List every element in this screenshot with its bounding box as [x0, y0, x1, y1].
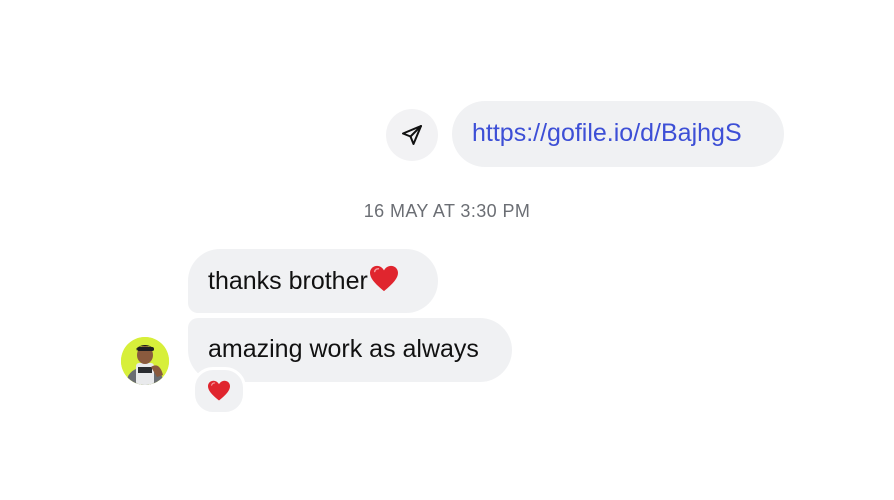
red-heart-icon	[369, 265, 398, 292]
message-timestamp: 16 MAY AT 3:30 PM	[363, 201, 531, 221]
outgoing-message-bubble[interactable]: https://gofile.io/d/BajhgS	[452, 101, 784, 167]
message-text: thanks brother	[208, 267, 368, 295]
avatar[interactable]	[121, 337, 169, 385]
message-link[interactable]: https://gofile.io/d/BajhgS	[472, 119, 742, 147]
message-thread: https://gofile.io/d/BajhgS 16 MAY AT 3:3…	[0, 0, 894, 500]
reaction-badge[interactable]	[192, 367, 246, 415]
profile-photo	[121, 337, 169, 385]
incoming-message-bubble[interactable]: thanks brother	[188, 249, 438, 313]
red-heart-icon	[208, 380, 230, 401]
share-button[interactable]	[386, 109, 438, 161]
message-text: amazing work as always	[208, 335, 479, 363]
send-arrow-icon	[402, 125, 422, 145]
